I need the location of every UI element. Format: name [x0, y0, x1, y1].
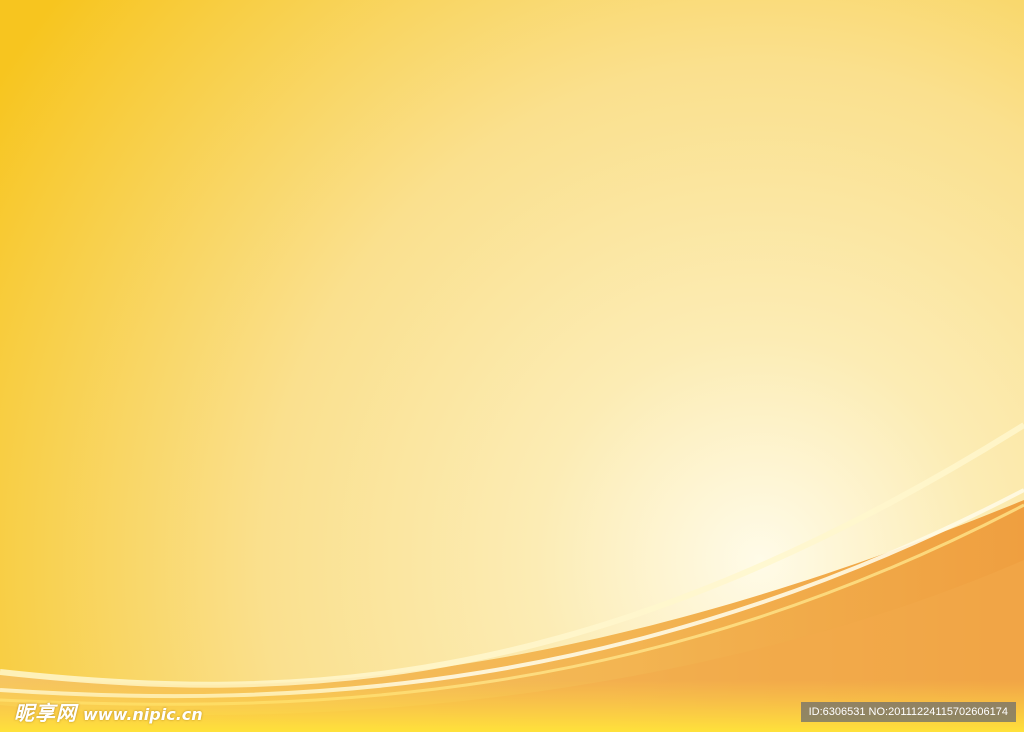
watermark-brand: 昵享网 www.nipic.cn: [14, 697, 203, 726]
watermark-brand-name: 昵享网: [14, 701, 77, 725]
gradient-art: [0, 0, 1024, 732]
watermark-url: www.nipic.cn: [83, 705, 203, 724]
background-canvas: 昵享网 www.nipic.cn ID:6306531 NO:201112241…: [0, 0, 1024, 732]
watermark-id-label: ID:6306531 NO:20111224115702606174: [800, 702, 1016, 722]
